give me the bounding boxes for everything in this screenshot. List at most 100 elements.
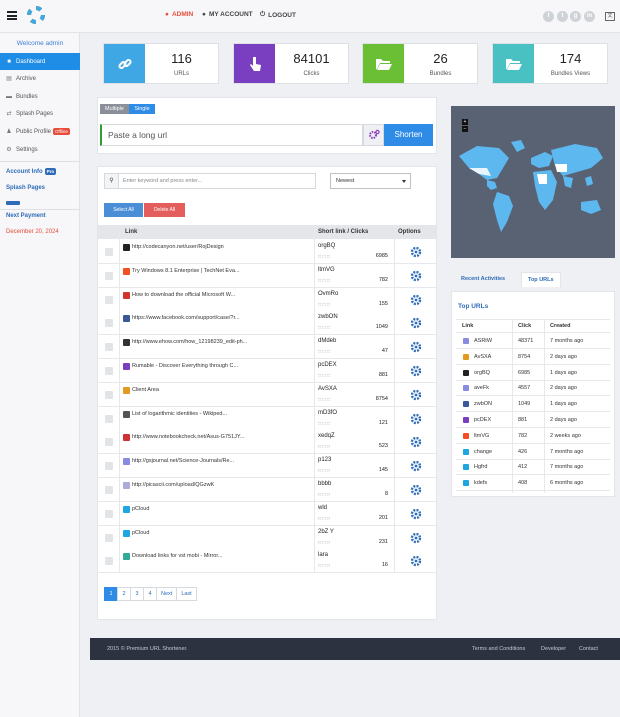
shorten-button[interactable]: Shorten (384, 124, 433, 146)
row-action-icons[interactable]: □ □ □ (318, 349, 330, 355)
gear-icon[interactable] (410, 436, 422, 448)
row-link[interactable]: http://www.notebookcheck.net/Asus-G751JY… (132, 434, 312, 440)
google-plus-icon[interactable]: g (570, 11, 581, 22)
gear-icon[interactable] (410, 389, 422, 401)
list-item[interactable]: aveFk 4557 2 days ago (456, 381, 610, 397)
row-checkbox[interactable] (105, 248, 113, 256)
sidebar-item-splash-pages[interactable]: ⇄ Splash Pages (0, 105, 80, 122)
select-all-button[interactable]: Select All (104, 203, 143, 217)
row-link[interactable]: Client Area (132, 387, 312, 393)
top-url-link[interactable]: change (474, 449, 492, 455)
row-short-link[interactable]: xedqZ (318, 433, 335, 439)
top-url-link[interactable]: zwbON (474, 401, 492, 407)
row-link[interactable]: Rumable - Discover Everything through C.… (132, 363, 312, 369)
zoom-in-button[interactable]: + (462, 119, 468, 125)
row-checkbox[interactable] (105, 390, 113, 399)
tab-recent-activities[interactable]: Recent Activities (461, 276, 505, 282)
table-row[interactable]: http://codecanyon.net/user/RojDesign orgB… (98, 240, 436, 264)
list-item[interactable]: Hgfrd 412 7 months ago (456, 460, 610, 476)
table-row[interactable]: http://picascii.com/upload/QGzwK bbbb □ □ … (98, 478, 436, 502)
gear-icon[interactable] (410, 341, 422, 353)
row-action-icons[interactable]: □ □ □ (318, 516, 330, 522)
terms-link[interactable]: Terms and Conditions (472, 646, 525, 652)
top-url-link[interactable]: ASRtW (474, 338, 492, 344)
row-short-link[interactable]: bbbb (318, 481, 331, 487)
search-box[interactable]: ⚲ Enter keyword and press enter... (104, 173, 316, 189)
row-link[interactable]: Download links for vst mobi - Mirror... (132, 553, 312, 559)
list-item[interactable]: kdefs 408 6 months ago (456, 476, 610, 492)
advanced-options-button[interactable] (363, 124, 384, 146)
search-input[interactable]: Enter keyword and press enter... (123, 174, 202, 188)
gear-icon[interactable] (410, 365, 422, 377)
row-action-icons[interactable]: □ □ □ (318, 325, 330, 331)
row-link[interactable]: http://gsjournal.net/Science-Journals/Re… (132, 458, 312, 464)
long-url-input[interactable]: Paste a long url (100, 124, 363, 146)
sidebar-item-settings[interactable]: ⚙ Settings (0, 141, 80, 158)
row-short-link[interactable]: lara (318, 552, 328, 558)
row-action-icons[interactable]: □ □ □ (318, 468, 330, 474)
multiple-button[interactable]: Multiple (100, 104, 129, 114)
page-2[interactable]: 2 (117, 587, 131, 601)
list-item[interactable]: ltmVG 782 2 weeks ago (456, 429, 610, 444)
row-checkbox[interactable] (105, 509, 113, 518)
page-4[interactable]: 4 (143, 587, 157, 601)
row-checkbox[interactable] (105, 438, 113, 447)
row-checkbox[interactable] (105, 486, 113, 494)
row-checkbox[interactable] (105, 295, 113, 304)
top-url-link[interactable]: kdefs (474, 480, 487, 486)
table-row[interactable]: pCloud wld □ □ □ 201 (98, 501, 436, 526)
row-short-link[interactable]: pcDEX (318, 362, 337, 368)
row-action-icons[interactable]: □ □ □ (318, 444, 330, 450)
table-row[interactable]: https://www.facebook.com/support/case/?r… (98, 311, 436, 336)
logo[interactable] (26, 5, 46, 25)
row-link[interactable]: pCloud (132, 506, 312, 512)
table-row[interactable]: Client Area AvSXA □ □ □ 8754 (98, 382, 436, 407)
row-checkbox[interactable] (105, 557, 113, 566)
top-url-link[interactable]: aveFk (474, 385, 489, 391)
row-short-link[interactable]: AvSXA (318, 386, 337, 392)
linkedin-icon[interactable]: in (584, 11, 595, 22)
sidebar-item-archive[interactable]: ▤ Archive (0, 70, 80, 87)
table-row[interactable]: http://www.ehow.com/how_12198239_edit-ph… (98, 335, 436, 360)
list-item[interactable]: orgBQ 6985 1 days ago (456, 366, 610, 381)
list-item[interactable]: change 426 7 months ago (456, 445, 610, 460)
row-checkbox[interactable] (105, 343, 113, 352)
page-last[interactable]: Last (176, 587, 197, 601)
row-action-icons[interactable]: □ □ □ (318, 397, 330, 403)
table-row[interactable]: How to download the official Microsoft W… (98, 287, 436, 312)
gear-icon[interactable] (410, 317, 422, 329)
menu-icon[interactable] (7, 11, 17, 20)
row-short-link[interactable]: OvmRo (318, 291, 338, 297)
gear-icon[interactable] (410, 246, 422, 258)
developer-link[interactable]: Developer (541, 646, 566, 652)
row-short-link[interactable]: p123 (318, 457, 331, 463)
row-link[interactable]: pCloud (132, 530, 312, 536)
zoom-out-button[interactable]: − (462, 126, 468, 132)
list-item[interactable]: zwbON 1049 1 days ago (456, 397, 610, 413)
gear-icon[interactable] (410, 484, 422, 496)
row-link[interactable]: Try Windows 8.1 Enterprise | TechNet Eva… (132, 268, 312, 274)
table-row[interactable]: Download links for vst mobi - Mirror... l… (98, 549, 436, 574)
row-action-icons[interactable]: □ □ □ (318, 492, 330, 498)
row-action-icons[interactable]: □ □ □ (318, 278, 330, 284)
row-link[interactable]: List of logarithmic identities - Wikiped… (132, 411, 312, 417)
gear-icon[interactable] (410, 460, 422, 472)
facebook-icon[interactable]: f (543, 11, 554, 22)
row-short-link[interactable]: wld (318, 505, 327, 511)
table-row[interactable]: Try Windows 8.1 Enterprise | TechNet Eva… (98, 263, 436, 288)
gear-icon[interactable] (410, 555, 422, 567)
row-action-icons[interactable]: □ □ □ (318, 302, 330, 308)
list-item[interactable]: AvSXA 8754 2 days ago (456, 350, 610, 365)
table-row[interactable]: http://gsjournal.net/Science-Journals/Re… (98, 454, 436, 479)
top-url-link[interactable]: Hgfrd (474, 464, 487, 470)
top-url-link[interactable]: ltmVG (474, 433, 489, 439)
row-short-link[interactable]: 2bZ Y (318, 529, 334, 535)
tab-top-urls[interactable]: Top URLs (521, 272, 561, 287)
table-row[interactable]: Rumable - Discover Everything through C.… (98, 359, 436, 383)
row-checkbox[interactable] (105, 271, 113, 280)
language-icon[interactable]: 文 (605, 12, 615, 21)
gear-icon[interactable] (410, 294, 422, 306)
row-link[interactable]: http://www.ehow.com/how_12198239_edit-ph… (132, 339, 312, 345)
top-url-link[interactable]: orgBQ (474, 370, 490, 376)
gear-icon[interactable] (410, 270, 422, 282)
